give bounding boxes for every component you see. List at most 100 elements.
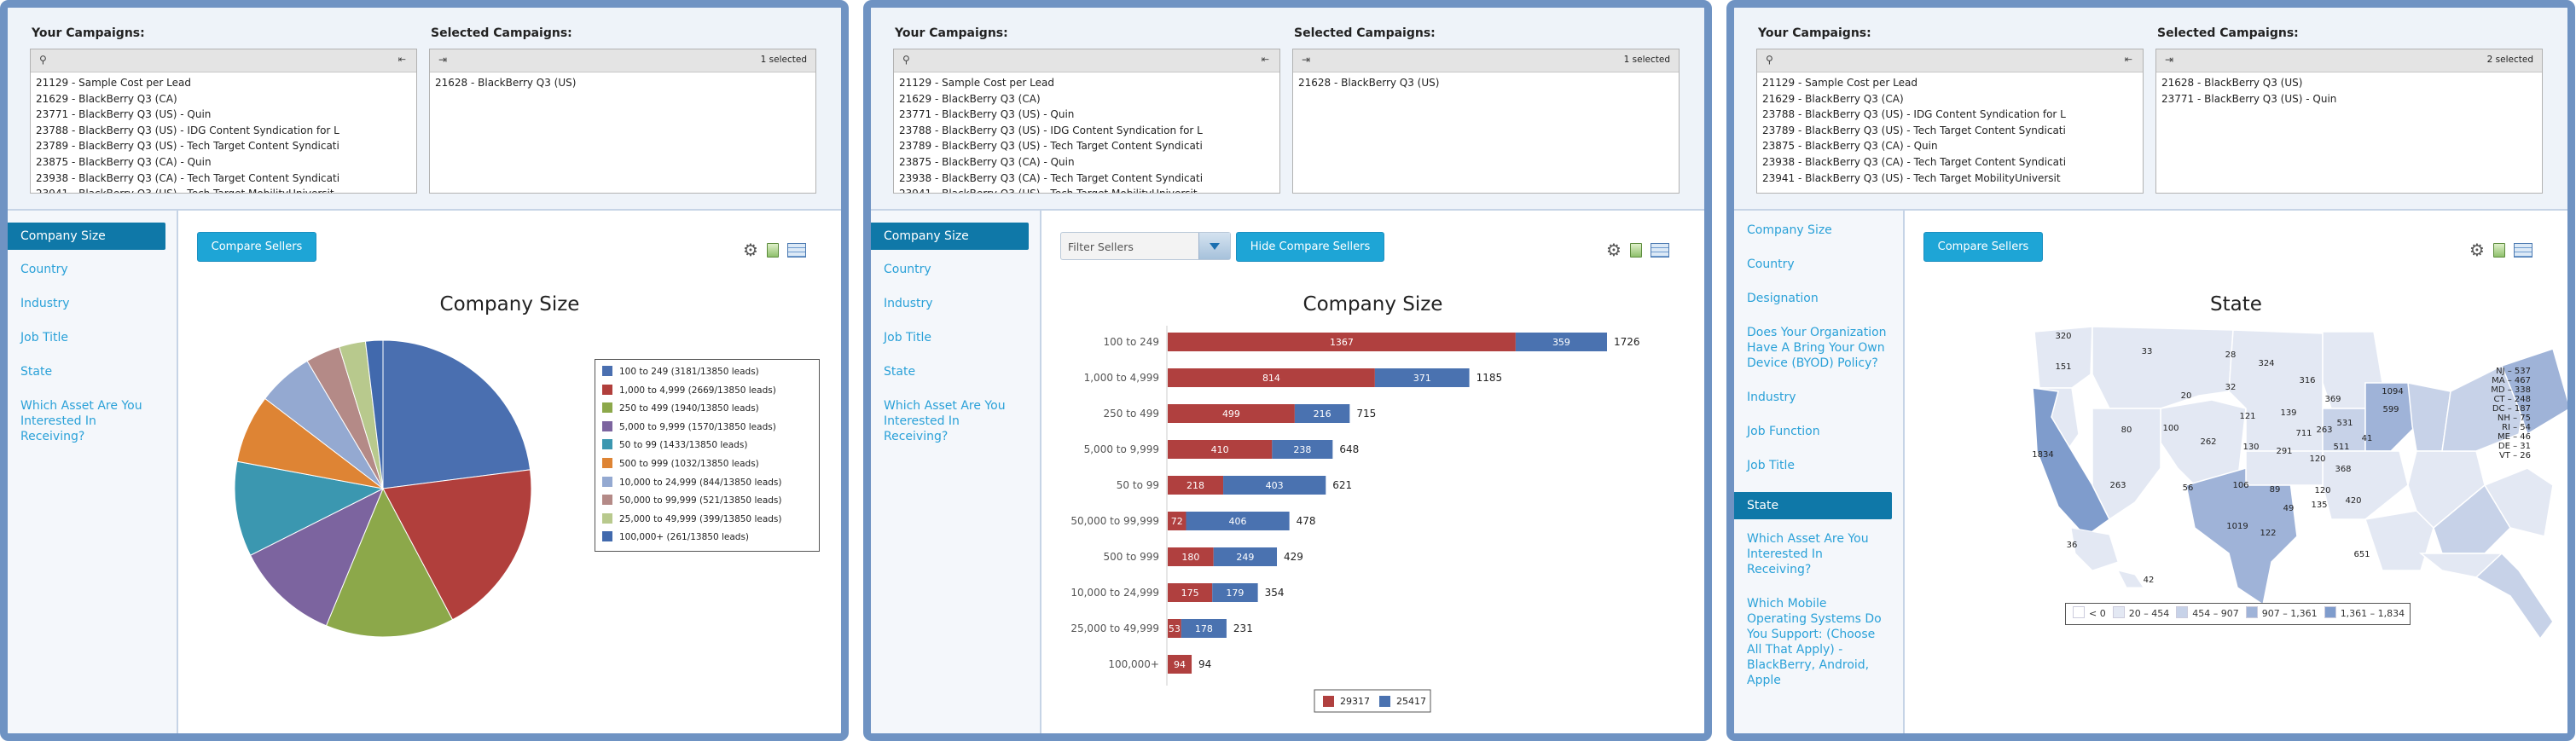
- state-callout: VT – 26: [2499, 451, 2531, 460]
- legend-swatch: [2176, 606, 2189, 618]
- state-value-label: 80: [2121, 425, 2132, 435]
- state-value-label: 139: [2280, 408, 2296, 418]
- bar-value-label: 814: [1262, 373, 1280, 384]
- selected-campaigns-title: Selected Campaigns:: [431, 26, 572, 40]
- legend-label: 250 to 499 (1940/13850 leads): [619, 403, 759, 414]
- bar-value-label: 359: [1552, 337, 1570, 348]
- bar-value-label: 218: [1186, 480, 1204, 491]
- state-value-label: 599: [2382, 405, 2399, 414]
- state-value-label: 89: [2270, 485, 2281, 495]
- gear-icon[interactable]: ⚙: [743, 240, 758, 260]
- state-value-label: 20: [2181, 391, 2192, 401]
- expand-icon[interactable]: ⇥: [438, 54, 447, 66]
- state-region[interactable]: [2474, 552, 2554, 640]
- bar-value-label: 179: [1226, 588, 1244, 599]
- bar-value-label: 94: [1174, 659, 1186, 670]
- bar-value-label: 406: [1229, 516, 1247, 527]
- legend-swatch: [2073, 606, 2085, 618]
- selected-count: 1 selected: [1623, 55, 1670, 65]
- selected-campaigns-list[interactable]: ⇥ 1 selected 21628 - BlackBerry Q3 (US): [429, 49, 816, 194]
- legend-label: 100,000+ (261/13850 leads): [619, 532, 750, 543]
- map-legend: < 0 20 – 454 454 – 907 907 – 1,361 1,361 – 1…: [2065, 603, 2411, 625]
- state-value-label: 1019: [2226, 522, 2248, 531]
- legend-label: 50 to 99 (1433/13850 leads): [619, 440, 748, 451]
- excel-export-icon[interactable]: [1629, 242, 1642, 258]
- campaign-item[interactable]: 23941 - BlackBerry Q3 (US) - Tech Target…: [36, 186, 411, 193]
- campaign-item[interactable]: 23771 - BlackBerry Q3 (US) - Quin: [36, 107, 411, 123]
- state-value-label: 106: [2232, 481, 2248, 490]
- pie-slice[interactable]: [382, 339, 531, 489]
- pie-legend: 100 to 249 (3181/13850 leads) 1,000 to 4,…: [595, 359, 820, 552]
- state-value-label: 130: [2242, 443, 2259, 452]
- bar-total-label: 621: [1332, 479, 1352, 491]
- gear-icon[interactable]: ⚙: [1606, 240, 1622, 260]
- bar-total-label: 648: [1339, 443, 1359, 455]
- legend-swatch: [1323, 696, 1334, 707]
- table-view-icon[interactable]: [786, 242, 806, 258]
- legend-swatch: [2245, 606, 2258, 618]
- bar-total-label: 478: [1297, 515, 1316, 527]
- search-icon[interactable]: ⚲: [39, 54, 47, 66]
- table-view-icon[interactable]: [1650, 242, 1669, 258]
- sidebar-item-which-asset-are-you-interested-in-receiv[interactable]: Which Asset Are You Interested In Receiv…: [8, 398, 161, 444]
- state-callout: NJ – 537: [2496, 367, 2531, 376]
- legend-label: 29317: [1340, 696, 1370, 707]
- state-region[interactable]: [2092, 326, 2234, 409]
- bar-value-label: 249: [1236, 552, 1254, 563]
- state-region[interactable]: [2322, 450, 2409, 520]
- state-value-label: 368: [2335, 465, 2351, 474]
- state-callout: DE – 31: [2498, 442, 2531, 451]
- category-label: 50,000 to 99,999: [1070, 515, 1159, 527]
- legend-swatch: [602, 457, 612, 468]
- legend-swatch: [602, 531, 612, 542]
- campaign-selector: Your Campaigns: Selected Campaigns: ⚲ ⇤ …: [8, 8, 841, 211]
- legend-label: 907 – 1,361: [2261, 608, 2318, 619]
- state-callout: NH – 75: [2498, 414, 2531, 423]
- sidebar-item-state[interactable]: State: [8, 364, 161, 379]
- campaign-item[interactable]: 23938 - BlackBerry Q3 (CA) - Tech Target…: [36, 171, 411, 187]
- sidebar-item-country[interactable]: Country: [8, 262, 161, 277]
- legend-entry: 1,000 to 4,999 (2669/13850 leads): [595, 382, 819, 401]
- sidebar-item-company-size[interactable]: Company Size: [8, 223, 165, 250]
- us-state-map: 320 151 33 28 324 316 20 32 80 100 121 139 369 1834 26…: [2032, 326, 2567, 640]
- bar-value-label: 410: [1211, 444, 1229, 455]
- state-value-label: 531: [2336, 419, 2353, 428]
- compare-sellers-button[interactable]: Compare Sellers: [197, 232, 316, 262]
- legend-label: 5,000 to 9,999 (1570/13850 leads): [619, 421, 776, 432]
- state-value-label: 42: [2144, 576, 2155, 585]
- campaign-item[interactable]: 21129 - Sample Cost per Lead: [36, 75, 411, 91]
- sidebar-item-job-title[interactable]: Job Title: [8, 330, 161, 345]
- campaign-item[interactable]: 23788 - BlackBerry Q3 (US) - IDG Content…: [36, 123, 411, 139]
- bar-total-label: 429: [1284, 551, 1303, 563]
- bar-value-label: 53: [1169, 623, 1181, 634]
- state-value-label: 316: [2299, 376, 2315, 385]
- bar-total-label: 1726: [1614, 336, 1640, 348]
- campaign-item[interactable]: 21629 - BlackBerry Q3 (CA): [36, 91, 411, 107]
- legend-swatch: [2324, 606, 2336, 618]
- state-value-label: 120: [2314, 486, 2330, 495]
- legend-label: 1,361 – 1,834: [2340, 608, 2405, 619]
- sidebar-item-industry[interactable]: Industry: [8, 296, 161, 311]
- campaign-item[interactable]: 23789 - BlackBerry Q3 (US) - Tech Target…: [36, 138, 411, 154]
- state-callout: RI – 54: [2502, 423, 2531, 432]
- legend-label: 454 – 907: [2192, 608, 2239, 619]
- state-callout: CT – 248: [2493, 395, 2531, 404]
- bar-value-label: 238: [1293, 444, 1311, 455]
- category-label: 500 to 999: [1104, 551, 1159, 563]
- campaign-item[interactable]: 23875 - BlackBerry Q3 (CA) - Quin: [36, 154, 411, 171]
- campaign-item[interactable]: 21628 - BlackBerry Q3 (US): [435, 75, 810, 91]
- state-value-label: 120: [2309, 454, 2325, 464]
- state-value-label: 262: [2200, 437, 2216, 447]
- legend-swatch: [602, 420, 612, 431]
- legend-label: 1,000 to 4,999 (2669/13850 leads): [619, 385, 776, 396]
- your-campaigns-list[interactable]: ⚲ ⇤ 21129 - Sample Cost per Lead 21629 - …: [30, 49, 417, 194]
- state-region-alaska[interactable]: [2070, 527, 2119, 571]
- excel-export-icon[interactable]: [766, 242, 779, 258]
- bar-total-label: 1185: [1477, 372, 1503, 384]
- bar-total-label: 231: [1233, 622, 1253, 634]
- collapse-icon[interactable]: ⇤: [398, 54, 406, 65]
- state-region-hawaii[interactable]: [2117, 570, 2144, 588]
- legend-entry: 50 to 99 (1433/13850 leads): [595, 437, 819, 455]
- state-region[interactable]: [2364, 510, 2434, 571]
- category-label: 1,000 to 4,999: [1084, 372, 1159, 384]
